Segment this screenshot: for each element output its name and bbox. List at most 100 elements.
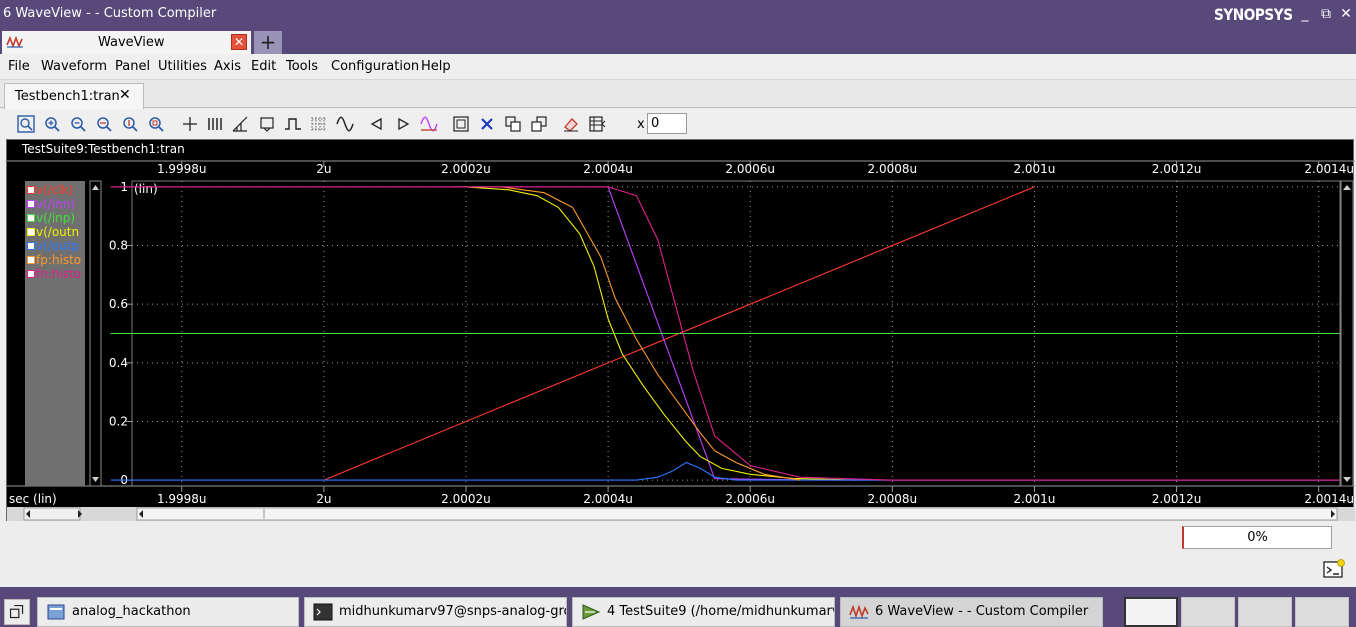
zoom-fit-icon[interactable] (16, 114, 36, 134)
legend-label: v(/inp) (36, 211, 76, 225)
zoom-in-icon[interactable] (42, 114, 62, 134)
task-label: analog_hackathon (72, 604, 191, 619)
workspace-1[interactable] (1124, 597, 1178, 627)
grid-icon[interactable] (309, 114, 329, 134)
menu-tools[interactable]: Tools (286, 59, 318, 74)
menu-configuration[interactable]: Configuration (331, 59, 419, 74)
table-icon[interactable] (587, 114, 607, 134)
legend-item[interactable]: v(/inn) (27, 197, 75, 211)
legend-label: fn:histo (36, 267, 82, 281)
x-value-input[interactable] (647, 113, 687, 134)
x-tick-label: 2.0012u (1152, 492, 1202, 506)
workspace-4[interactable] (1295, 597, 1349, 627)
x-tick-label: 2u (316, 492, 331, 506)
waveform-plot[interactable]: TestSuite9:Testbench1:tran 1.9998u 2u 2.00… (7, 140, 1355, 522)
minimize-button[interactable]: _ (1297, 6, 1313, 22)
legend-checkbox[interactable] (27, 270, 35, 278)
task-testsuite9[interactable]: 4 TestSuite9 (/home/midhunkumarv... (572, 597, 835, 627)
plot-hscroll-thumb[interactable] (136, 507, 1338, 521)
legend-checkbox[interactable] (27, 186, 35, 194)
x-ticks-bottom: 1.9998u 2u 2.0002u 2.0004u 2.0006u 2.0008u 2.0… (157, 486, 1354, 506)
waveform-panel[interactable]: TestSuite9:Testbench1:tran 1.9998u 2u 2.00… (6, 139, 1355, 522)
menu-help[interactable]: Help (421, 59, 451, 74)
close-tab-button[interactable]: ✕ (231, 34, 247, 50)
eraser-icon[interactable] (561, 114, 581, 134)
crosshair-cursor-icon[interactable] (180, 114, 200, 134)
legend-checkbox[interactable] (27, 214, 35, 222)
menu-bar: File Waveform Panel Utilities Axis Edit … (0, 54, 1356, 80)
legend-checkbox[interactable] (27, 228, 35, 236)
terminal-icon (313, 603, 333, 621)
zoom-out-icon[interactable] (68, 114, 88, 134)
close-window-button[interactable]: ✕ (1338, 6, 1354, 22)
marker-icon[interactable] (257, 114, 277, 134)
task-label: 6 WaveView - - Custom Compiler (875, 604, 1089, 619)
series-line-4[interactable] (110, 461, 1340, 481)
previous-icon[interactable] (367, 114, 387, 134)
workspace-2[interactable] (1181, 597, 1235, 627)
app-tab-strip: WaveView ✕ + (0, 30, 1356, 54)
command-console-icon[interactable] (1323, 559, 1345, 579)
fit-panel-icon[interactable] (451, 114, 471, 134)
legend-checkbox[interactable] (27, 242, 35, 250)
x-tick-label: 2.0008u (868, 162, 918, 176)
x-axis-label: sec (lin) (9, 492, 57, 506)
zoom-box-icon[interactable] (146, 114, 166, 134)
legend-item[interactable]: fp:histo (27, 253, 81, 267)
sine-wave-icon[interactable] (335, 114, 355, 134)
workspace-3[interactable] (1238, 597, 1292, 627)
delete-icon[interactable] (477, 114, 497, 134)
x-tick-label: 2.0006u (725, 492, 775, 506)
plot-vscrollbar[interactable] (1340, 180, 1354, 487)
legend-checkbox[interactable] (27, 200, 35, 208)
x-tick-label: 2.0012u (1152, 162, 1202, 176)
copy-icon[interactable] (503, 114, 523, 134)
legend-checkbox[interactable] (27, 256, 35, 264)
app-tab-waveview[interactable]: WaveView ✕ (2, 31, 251, 54)
legend-scrollbar[interactable] (89, 180, 102, 487)
x-tick-label: 1.9998u (157, 162, 207, 176)
measure-icon[interactable] (230, 114, 250, 134)
x-tick-label: 2.0002u (441, 492, 491, 506)
legend-item[interactable]: fn:histo (27, 267, 81, 281)
document-tab-bar: Testbench1:tran ✕ (0, 80, 1356, 109)
x-tick-label: 2u (316, 162, 331, 176)
menu-edit[interactable]: Edit (251, 59, 276, 74)
tab-testbench1-tran[interactable]: Testbench1:tran ✕ (4, 83, 144, 109)
restore-button[interactable]: ⧉ (1318, 6, 1334, 22)
task-analog-hackathon[interactable]: analog_hackathon (37, 597, 299, 627)
y-tick-label: 0.4 (109, 356, 128, 370)
legend-item[interactable]: v(/clk) (27, 183, 73, 197)
paste-icon[interactable] (529, 114, 549, 134)
legend-label: v(/inn) (36, 197, 76, 211)
menu-utilities[interactable]: Utilities (158, 59, 207, 74)
menu-axis[interactable]: Axis (214, 59, 241, 74)
legend-hscroll-thumb[interactable] (23, 507, 81, 521)
add-tab-button[interactable]: + (254, 31, 282, 54)
folder-icon (47, 604, 65, 620)
close-doc-tab-button[interactable]: ✕ (119, 87, 131, 103)
menu-waveform[interactable]: Waveform (41, 59, 107, 74)
zoom-x-icon[interactable] (94, 114, 114, 134)
wave-compare-icon[interactable] (419, 114, 439, 134)
menu-panel[interactable]: Panel (115, 59, 150, 74)
x-tick-label: 2.001u (1013, 492, 1055, 506)
menu-file[interactable]: File (8, 59, 30, 74)
x-tick-label: 2.0006u (725, 162, 775, 176)
legend-item[interactable]: v(/outn (27, 225, 79, 239)
y-tick-label: 0.6 (109, 297, 128, 311)
next-icon[interactable] (393, 114, 413, 134)
legend-label: v(/outp (36, 239, 80, 253)
show-desktop-button[interactable] (4, 599, 30, 625)
zoom-y-icon[interactable] (120, 114, 140, 134)
bus-icon[interactable] (205, 114, 225, 134)
x-tick-label: 1.9998u (157, 492, 207, 506)
legend-item[interactable]: v(/inp) (27, 211, 75, 225)
task-waveview[interactable]: 6 WaveView - - Custom Compiler (840, 597, 1103, 627)
legend-item[interactable]: v(/outp (27, 239, 79, 253)
pulse-icon[interactable] (283, 114, 303, 134)
legend-label: v(/outn (36, 225, 80, 239)
legend-label: v(/clk) (36, 183, 74, 197)
task-terminal[interactable]: midhunkumarv97@snps-analog-gro... (304, 597, 567, 627)
status-area: 0% (0, 521, 1356, 587)
